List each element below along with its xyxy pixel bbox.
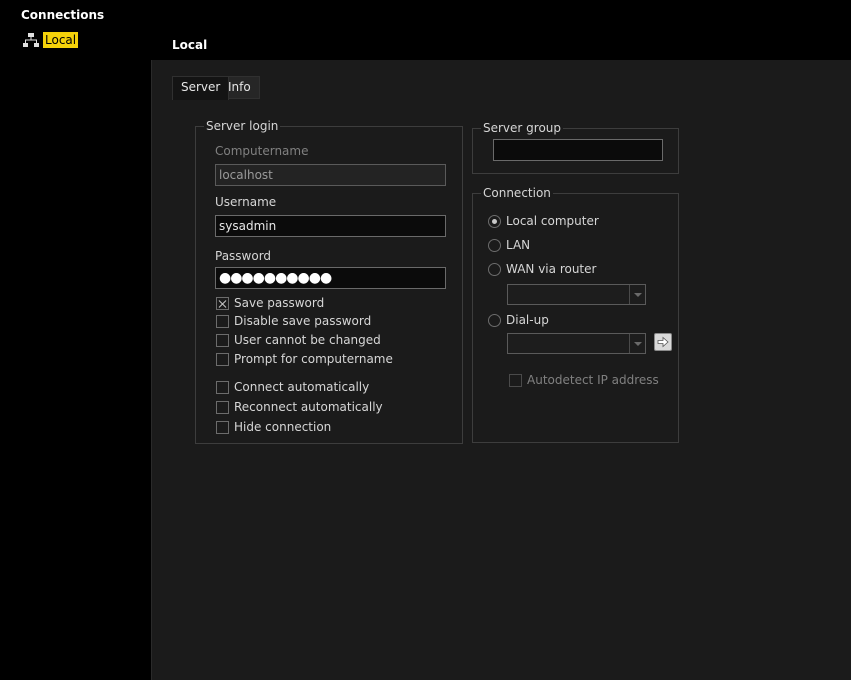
checkbox-box[interactable] [216, 314, 229, 328]
username-label: Username [215, 195, 277, 209]
chevron-down-icon[interactable] [629, 285, 645, 304]
computername-label: Computername [215, 144, 309, 158]
prompt-for-computername-checkbox[interactable]: Prompt for computername [216, 351, 393, 367]
checkbox-label: Disable save password [234, 314, 372, 328]
radio-circle[interactable] [488, 214, 501, 228]
connection-title: Connection [481, 186, 553, 200]
checkbox-label: User cannot be changed [234, 333, 381, 347]
radio-circle[interactable] [488, 238, 501, 252]
checkbox-box[interactable] [216, 333, 229, 347]
network-icon [23, 32, 39, 47]
checkbox-box[interactable] [216, 296, 229, 310]
checkbox-label: Reconnect automatically [234, 400, 383, 414]
checkbox-label: Prompt for computername [234, 352, 393, 366]
tree-title: Connections [21, 8, 105, 22]
server-login-title: Server login [204, 119, 281, 133]
server-group-field[interactable] [493, 139, 663, 161]
radio-wan-via-router[interactable]: WAN via router [488, 261, 596, 277]
radio-lan[interactable]: LAN [488, 237, 530, 253]
header: Local [151, 0, 851, 60]
checkbox-box[interactable] [216, 352, 229, 366]
checkbox-label: Autodetect IP address [527, 373, 659, 387]
dial-up-arrow-button[interactable] [654, 333, 672, 351]
disable-save-password-checkbox[interactable]: Disable save password [216, 313, 371, 329]
radio-label: Local computer [506, 214, 599, 228]
server-login-group: Server login Computername localhost User… [195, 119, 463, 444]
tab-server[interactable]: Server [172, 76, 230, 100]
computername-field[interactable]: localhost [215, 164, 446, 186]
dial-up-combo[interactable] [507, 333, 646, 354]
checkbox-label: Save password [234, 296, 325, 310]
password-field[interactable]: ●●●●●●●●●● [215, 267, 446, 289]
checkbox-box[interactable] [216, 420, 229, 434]
connect-automatically-checkbox[interactable]: Connect automatically [216, 379, 369, 395]
page-title: Local [172, 38, 208, 52]
radio-label: Dial-up [506, 313, 549, 327]
server-group-group: Server group [472, 121, 679, 174]
autodetect-ip-checkbox[interactable]: Autodetect IP address [509, 372, 659, 388]
password-label: Password [215, 249, 272, 263]
connection-group: Connection Local computer LAN WAN via ro… [472, 186, 679, 443]
username-field[interactable]: sysadmin [215, 215, 446, 237]
checkbox-box[interactable] [216, 400, 229, 414]
wan-router-combo[interactable] [507, 284, 646, 305]
radio-dial-up[interactable]: Dial-up [488, 312, 549, 328]
user-cannot-be-changed-checkbox[interactable]: User cannot be changed [216, 332, 381, 348]
checkbox-label: Connect automatically [234, 380, 370, 394]
tree-item-local[interactable]: Local [23, 31, 79, 48]
reconnect-automatically-checkbox[interactable]: Reconnect automatically [216, 399, 383, 415]
radio-circle[interactable] [488, 313, 501, 327]
radio-circle[interactable] [488, 262, 501, 276]
tree-item-label: Local [43, 31, 79, 48]
radio-local-computer[interactable]: Local computer [488, 213, 599, 229]
settings-pane: Server Info Server login Computername lo… [151, 60, 851, 680]
radio-label: WAN via router [506, 262, 597, 276]
server-group-title: Server group [481, 121, 564, 135]
checkbox-box[interactable] [216, 380, 229, 394]
connections-tree: Connections Local [0, 0, 151, 680]
checkbox-box[interactable] [509, 373, 522, 387]
hide-connection-checkbox[interactable]: Hide connection [216, 419, 331, 435]
checkbox-label: Hide connection [234, 420, 332, 434]
arrow-right-icon [657, 336, 669, 348]
save-password-checkbox[interactable]: Save password [216, 295, 324, 311]
radio-label: LAN [506, 238, 531, 252]
chevron-down-icon[interactable] [629, 334, 645, 353]
